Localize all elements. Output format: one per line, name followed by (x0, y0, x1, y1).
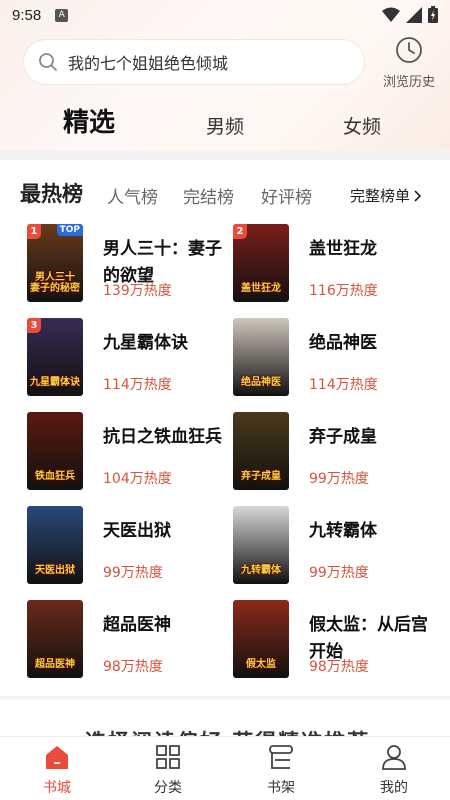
search-input[interactable]: 我的七个姐姐绝色倾城 (24, 40, 364, 84)
signal-icon (406, 6, 422, 23)
category-grid-icon (156, 745, 180, 769)
book-item[interactable]: 超品医神 超品医神 98万热度 (27, 600, 227, 682)
rank-badge: 2 (233, 224, 247, 239)
full-list-label: 完整榜单 (349, 187, 410, 205)
tab-popular[interactable]: 人气榜 (107, 183, 158, 208)
rank-badge: 3 (27, 318, 41, 333)
book-title[interactable]: 弃子成皇 (309, 424, 433, 451)
book-cover[interactable]: 假太监 (233, 600, 289, 678)
book-cover-title: 绝品神医 (241, 377, 281, 388)
status-icons (382, 6, 438, 23)
nav-label-bookstore: 书城 (43, 780, 71, 796)
search-icon (39, 53, 57, 71)
book-cover-title: 盖世狂龙 (241, 283, 281, 294)
nav-bookshelf[interactable]: 书架 (251, 743, 311, 797)
nav-label-bookshelf: 书架 (267, 780, 295, 796)
rank-badge: 1 (27, 224, 41, 239)
book-title[interactable]: 绝品神医 (309, 330, 433, 357)
book-heat: 99万热度 (309, 471, 369, 487)
book-cover-title: 超品医神 (35, 659, 75, 670)
book-title[interactable]: 抗日之铁血狂兵 (103, 424, 227, 451)
book-title[interactable]: 盖世狂龙 (309, 236, 433, 263)
book-heat: 139万热度 (103, 283, 172, 299)
book-heat: 114万热度 (309, 377, 378, 393)
chevron-right-icon (414, 189, 422, 202)
ranking-header: 最热榜 人气榜 完结榜 好评榜 完整榜单 (0, 160, 450, 224)
book-heat: 116万热度 (309, 283, 378, 299)
ranking-card: 最热榜 人气榜 完结榜 好评榜 完整榜单 男人三十 妻子的秘密 1 TOP 男人三十：… (0, 160, 450, 696)
nav-label-profile: 我的 (380, 780, 408, 796)
book-cover[interactable]: 九转霸体 (233, 506, 289, 584)
nav-profile[interactable]: 我的 (364, 743, 424, 797)
wifi-icon (382, 7, 400, 22)
book-item[interactable]: 男人三十 妻子的秘密 1 TOP 男人三十：妻子的欲望 139万热度 (27, 224, 227, 306)
status-bar: 9:58 A (0, 0, 450, 30)
book-cover-title: 九星霸体诀 (30, 377, 80, 388)
book-item[interactable]: 假太监 假太监：从后宫开始 98万热度 (233, 600, 433, 682)
nav-bookstore[interactable]: 书城 (27, 743, 87, 797)
book-cover[interactable]: 九星霸体诀 3 (27, 318, 83, 396)
tab-female[interactable]: 女频 (343, 112, 381, 139)
book-heat: 114万热度 (103, 377, 172, 393)
book-item[interactable]: 九转霸体 九转霸体 99万热度 (233, 506, 433, 588)
bottom-nav: 书城 分类 书架 我的 (0, 736, 450, 800)
status-time: 9:58 (12, 6, 42, 24)
book-cover[interactable]: 铁血狂兵 (27, 412, 83, 490)
clock-icon (396, 37, 422, 63)
book-heat: 98万热度 (309, 659, 369, 675)
book-cover[interactable]: 弃子成皇 (233, 412, 289, 490)
book-title[interactable]: 九转霸体 (309, 518, 433, 545)
book-title[interactable]: 九星霸体诀 (103, 330, 227, 357)
book-cover[interactable]: 男人三十 妻子的秘密 1 TOP (27, 224, 83, 302)
next-section-peek: 选择阅读偏好 获得精准推荐 (0, 700, 450, 736)
book-title[interactable]: 天医出狱 (103, 518, 227, 545)
tab-completed[interactable]: 完结榜 (183, 183, 234, 208)
book-item[interactable]: 铁血狂兵 抗日之铁血狂兵 104万热度 (27, 412, 227, 494)
nav-category[interactable]: 分类 (138, 743, 198, 797)
ranking-title: 最热榜 (20, 181, 83, 206)
book-heat: 99万热度 (309, 565, 369, 581)
book-cover-title: 天医出狱 (35, 565, 75, 576)
book-item[interactable]: 弃子成皇 弃子成皇 99万热度 (233, 412, 433, 494)
book-title[interactable]: 超品医神 (103, 612, 227, 639)
book-cover[interactable]: 盖世狂龙 2 (233, 224, 289, 302)
home-icon (46, 746, 68, 769)
tab-male[interactable]: 男频 (206, 112, 244, 139)
book-cover[interactable]: 天医出狱 (27, 506, 83, 584)
book-item[interactable]: 绝品神医 绝品神医 114万热度 (233, 318, 433, 400)
book-cover-title: 假太监 (246, 659, 276, 670)
top-badge: TOP (56, 224, 83, 236)
book-heat: 104万热度 (103, 471, 172, 487)
full-list-link[interactable]: 完整榜单 (350, 185, 422, 206)
book-cover-title: 男人三十 妻子的秘密 (30, 272, 80, 294)
book-cover-title: 九转霸体 (241, 565, 281, 576)
tab-top-rated[interactable]: 好评榜 (261, 183, 312, 208)
profile-icon (382, 745, 406, 770)
book-item[interactable]: 盖世狂龙 2 盖世狂龙 116万热度 (233, 224, 433, 306)
nav-label-category: 分类 (154, 780, 182, 796)
book-heat: 99万热度 (103, 565, 163, 581)
history-button[interactable]: 浏览历史 (374, 36, 444, 90)
history-label: 浏览历史 (382, 75, 435, 90)
book-item[interactable]: 天医出狱 天医出狱 99万热度 (27, 506, 227, 588)
search-placeholder: 我的七个姐姐绝色倾城 (68, 54, 229, 73)
notification-icon: A (55, 8, 69, 22)
book-heat: 98万热度 (103, 659, 163, 675)
bookshelf-icon (269, 745, 293, 769)
book-item[interactable]: 九星霸体诀 3 九星霸体诀 114万热度 (27, 318, 227, 400)
next-section-title: 选择阅读偏好 获得精准推荐 (85, 726, 370, 736)
book-cover-title: 铁血狂兵 (35, 471, 75, 482)
channel-tabs: 精选 男频 女频 (0, 100, 450, 144)
book-cover-title: 弃子成皇 (241, 471, 281, 482)
tab-featured[interactable]: 精选 (63, 102, 115, 139)
book-cover[interactable]: 超品医神 (27, 600, 83, 678)
book-cover[interactable]: 绝品神医 (233, 318, 289, 396)
battery-icon (428, 6, 438, 23)
